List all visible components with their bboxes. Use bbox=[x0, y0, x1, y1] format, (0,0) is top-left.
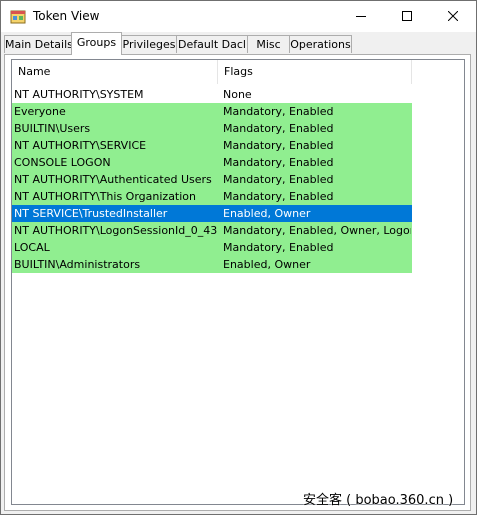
group-name: CONSOLE LOGON bbox=[14, 156, 111, 169]
maximize-icon bbox=[402, 11, 412, 21]
group-flags: None bbox=[223, 88, 252, 101]
window-title: Token View bbox=[33, 9, 100, 23]
tab-operations[interactable]: Operations bbox=[289, 35, 352, 53]
table-row[interactable]: Everyone Mandatory, Enabled bbox=[12, 103, 412, 120]
group-flags: Mandatory, Enabled bbox=[223, 105, 334, 118]
table-row[interactable]: BUILTIN\Administrators Enabled, Owner bbox=[12, 256, 412, 273]
tab-misc[interactable]: Misc bbox=[247, 35, 290, 53]
column-header-flags[interactable]: Flags bbox=[217, 60, 411, 84]
tab-privileges[interactable]: Privileges bbox=[121, 35, 177, 53]
table-row[interactable]: BUILTIN\Users Mandatory, Enabled bbox=[12, 120, 412, 137]
tab-strip: Main Details Groups Privileges Default D… bbox=[1, 32, 476, 55]
group-name: Everyone bbox=[14, 105, 66, 118]
group-name: NT SERVICE\TrustedInstaller bbox=[14, 207, 168, 220]
groups-tab-panel: Name Flags NT AUTHORITY\SYSTEM None Ever… bbox=[4, 54, 471, 511]
group-name: LOCAL bbox=[14, 241, 50, 254]
list-rows: NT AUTHORITY\SYSTEM None Everyone Mandat… bbox=[12, 86, 464, 273]
group-name: BUILTIN\Administrators bbox=[14, 258, 141, 271]
group-name: NT AUTHORITY\LogonSessionId_0_43... bbox=[14, 224, 218, 237]
token-app-icon bbox=[10, 9, 26, 25]
watermark-text: 安全客 ( bobao.360.cn ) bbox=[303, 493, 454, 508]
group-flags: Mandatory, Enabled bbox=[223, 190, 334, 203]
group-flags: Enabled, Owner bbox=[223, 258, 311, 271]
group-name: NT AUTHORITY\SERVICE bbox=[14, 139, 147, 152]
group-flags: Mandatory, Enabled bbox=[223, 139, 334, 152]
maximize-button[interactable] bbox=[384, 1, 430, 31]
table-row[interactable]: NT AUTHORITY\Authenticated Users Mandato… bbox=[12, 171, 412, 188]
group-flags: Mandatory, Enabled bbox=[223, 122, 334, 135]
table-row[interactable]: NT AUTHORITY\This Organization Mandatory… bbox=[12, 188, 412, 205]
title-bar[interactable]: Token View bbox=[1, 1, 476, 32]
table-row[interactable]: NT AUTHORITY\SERVICE Mandatory, Enabled bbox=[12, 137, 412, 154]
tab-groups[interactable]: Groups bbox=[71, 32, 122, 55]
minimize-button[interactable] bbox=[338, 1, 384, 31]
group-flags: Mandatory, Enabled bbox=[223, 156, 334, 169]
table-row[interactable]: NT AUTHORITY\LogonSessionId_0_43... Mand… bbox=[12, 222, 412, 239]
token-view-window: Token View Main Details Groups Privilege… bbox=[0, 0, 477, 515]
list-header: Name Flags bbox=[12, 60, 464, 84]
group-name: NT AUTHORITY\Authenticated Users bbox=[14, 173, 212, 186]
group-flags: Enabled, Owner bbox=[223, 207, 311, 220]
group-flags: Mandatory, Enabled, Owner, LogonId bbox=[223, 224, 411, 237]
column-divider[interactable] bbox=[411, 60, 412, 84]
tab-main-details[interactable]: Main Details bbox=[4, 35, 73, 53]
group-flags: Mandatory, Enabled bbox=[223, 241, 334, 254]
minimize-icon bbox=[356, 16, 366, 17]
group-name: NT AUTHORITY\SYSTEM bbox=[14, 88, 144, 101]
group-name: NT AUTHORITY\This Organization bbox=[14, 190, 196, 203]
close-button[interactable] bbox=[430, 1, 476, 31]
table-row[interactable]: LOCAL Mandatory, Enabled bbox=[12, 239, 412, 256]
group-name: BUILTIN\Users bbox=[14, 122, 91, 135]
table-row[interactable]: NT AUTHORITY\SYSTEM None bbox=[12, 86, 412, 103]
table-row[interactable]: CONSOLE LOGON Mandatory, Enabled bbox=[12, 154, 412, 171]
close-icon bbox=[448, 11, 458, 21]
column-header-name[interactable]: Name bbox=[12, 60, 217, 84]
groups-list[interactable]: Name Flags NT AUTHORITY\SYSTEM None Ever… bbox=[11, 59, 465, 505]
tab-default-dacl[interactable]: Default Dacl bbox=[176, 35, 248, 53]
table-row-selected[interactable]: NT SERVICE\TrustedInstaller Enabled, Own… bbox=[12, 205, 412, 222]
group-flags: Mandatory, Enabled bbox=[223, 173, 334, 186]
